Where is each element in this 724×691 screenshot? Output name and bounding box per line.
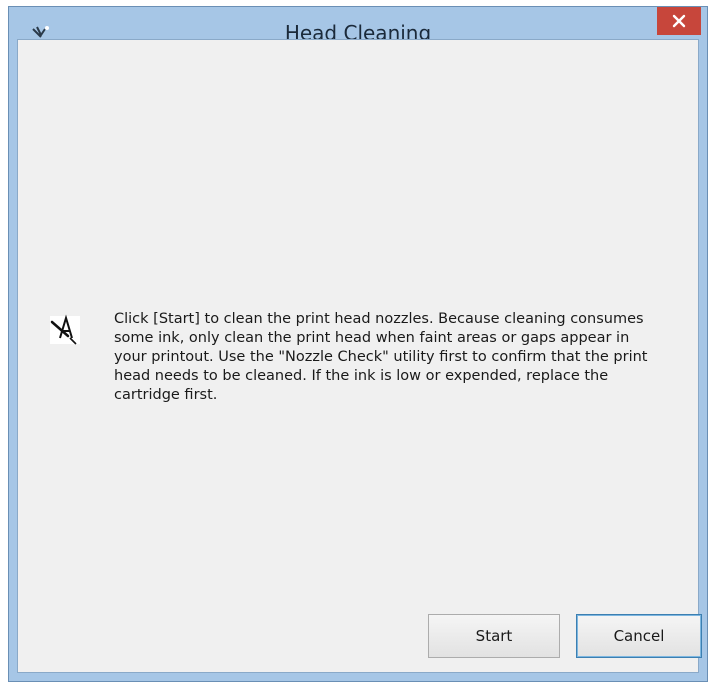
close-icon bbox=[672, 14, 686, 28]
instruction-text: Click [Start] to clean the print head no… bbox=[114, 311, 648, 403]
print-head-cleaning-icon bbox=[46, 312, 86, 348]
start-button[interactable]: Start bbox=[428, 614, 560, 658]
dialog-content: Click [Start] to clean the print head no… bbox=[17, 39, 702, 673]
close-button[interactable] bbox=[657, 7, 701, 35]
dialog-window: Head Cleaning Click [Start] to clean the… bbox=[8, 6, 708, 682]
cancel-button[interactable]: Cancel bbox=[576, 614, 702, 658]
